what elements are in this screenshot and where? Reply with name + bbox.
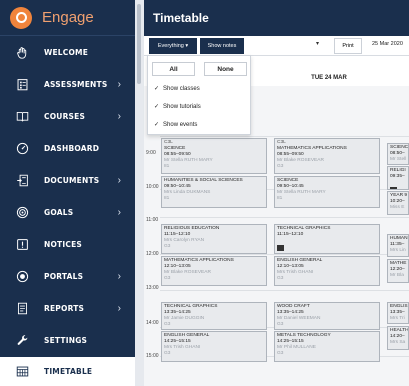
option-label: Show events	[163, 121, 198, 128]
time-label: 13:00	[146, 285, 159, 291]
class-event[interactable]: HEALTH 14:20– Mrs Sa	[387, 326, 409, 350]
sidebar: Engage WELCOME ASSESSMENTS › COURSES › D…	[0, 0, 135, 386]
select-none-button[interactable]: None	[204, 62, 247, 76]
class-event[interactable]: HUMANITIES & SOCIAL SCIENCES 09:50–10:45…	[161, 176, 267, 208]
page-title: Timetable	[144, 0, 409, 36]
class-event[interactable]: SCIENCE 09:50–10:45 Mr Stella RUTH MARY …	[274, 176, 380, 208]
calendar-icon	[14, 364, 30, 380]
chevron-right-icon: ›	[117, 110, 121, 122]
time-label: 10:00	[146, 184, 159, 190]
select-all-button[interactable]: All	[152, 62, 195, 76]
show-tutorials-option[interactable]: ✓ Show tutorials	[154, 103, 201, 111]
time-label: 14:00	[146, 320, 159, 326]
sidebar-item-reports[interactable]: REPORTS ›	[0, 292, 135, 324]
check-icon: ✓	[154, 86, 160, 92]
print-button[interactable]: Print	[334, 38, 362, 54]
time-label: 12:00	[146, 251, 159, 257]
sidebar-item-label: SETTINGS	[44, 335, 88, 345]
sidebar-item-settings[interactable]: SETTINGS	[0, 324, 135, 356]
sidebar-item-label: ASSESSMENTS	[44, 79, 108, 89]
class-event[interactable]: METALS TECHNOLOGY 14:25–15:15 Mr Phil MU…	[274, 331, 380, 362]
note-icon[interactable]	[277, 245, 284, 251]
hour-line	[160, 136, 409, 137]
sidebar-item-label: GOALS	[44, 207, 74, 217]
class-event[interactable]: ENGLISH GENERAL 12:10–13:05 Mrs Trish GH…	[274, 256, 380, 286]
wrench-icon	[14, 332, 30, 348]
show-events-option[interactable]: ✓ Show events	[154, 121, 198, 129]
hour-line	[160, 217, 409, 218]
target-icon	[14, 204, 30, 220]
report-icon	[14, 300, 30, 316]
option-label: Show tutorials	[163, 103, 201, 110]
hand-wave-icon	[14, 44, 30, 60]
chevron-right-icon: ›	[117, 302, 121, 314]
chevron-right-icon: ›	[117, 270, 121, 282]
time-label: 15:00	[146, 353, 159, 359]
sidebar-item-label: DASHBOARD	[44, 143, 100, 153]
class-event[interactable]: C3L MATHEMATICS APPLICATIONS 08:55–09:50…	[274, 138, 380, 174]
check-icon: ✓	[154, 104, 160, 110]
chevron-right-icon: ›	[117, 78, 121, 90]
class-event[interactable]: TECHNICAL GRAPHICS 11:15–12:10	[274, 224, 380, 254]
class-event[interactable]: MATHE 12:20– Mr Bla	[387, 259, 409, 283]
hour-line	[160, 254, 409, 255]
show-classes-option[interactable]: ✓ Show classes	[154, 85, 200, 93]
class-event[interactable]: C3L SCIENCE 08:55–09:50 Mr Stella RUTH M…	[161, 138, 267, 174]
class-event[interactable]: SCIENCE 08:50– Mr Stell	[387, 143, 409, 165]
sidebar-item-courses[interactable]: COURSES ›	[0, 100, 135, 132]
class-event[interactable]: TECHNICAL GRAPHICS 13:35–14:25 Mr Jamie …	[161, 302, 267, 330]
time-label: 9:00	[146, 150, 156, 156]
sidebar-item-assessments[interactable]: ASSESSMENTS ›	[0, 68, 135, 100]
date-selector[interactable]: 25 Mar 2020	[372, 41, 403, 47]
clipboard-icon	[14, 76, 30, 92]
chevron-down-icon[interactable]: ▾	[316, 40, 319, 47]
class-event[interactable]: MATHEMATICS APPLICATIONS 12:10–13:05 Mr …	[161, 256, 267, 286]
chevron-right-icon: ›	[117, 206, 121, 218]
class-event[interactable]: HUMAN 11:35– Mrs Lin	[387, 234, 409, 257]
class-event[interactable]: YEAR 9 10:20– Miss E	[387, 191, 409, 215]
sidebar-item-documents[interactable]: DOCUMENTS ›	[0, 164, 135, 196]
class-event[interactable]: WOOD CRAFT 13:35–14:25 Mr Daniel WEEMAN …	[274, 302, 380, 330]
sidebar-item-label: DOCUMENTS	[44, 175, 100, 185]
toolbar: Everything ▾ Show notes	[144, 36, 409, 56]
globe-icon	[14, 268, 30, 284]
time-label: 11:00	[146, 217, 159, 223]
option-label: Show classes	[163, 85, 200, 92]
sidebar-scroll-thumb[interactable]	[137, 4, 141, 84]
sidebar-item-label: COURSES	[44, 111, 86, 121]
gauge-icon	[14, 140, 30, 156]
chevron-right-icon: ›	[117, 174, 121, 186]
sidebar-item-label: WELCOME	[44, 47, 89, 57]
sidebar-item-label: TIMETABLE	[44, 367, 93, 376]
note-icon[interactable]	[390, 187, 397, 189]
document-icon	[14, 172, 30, 188]
book-icon	[14, 108, 30, 124]
sidebar-item-label: NOTICES	[44, 239, 82, 249]
sidebar-item-timetable[interactable]: TIMETABLE	[0, 357, 135, 386]
class-event[interactable]: ENGLISH GENERAL 14:25–15:15 Mrs Trish GH…	[161, 331, 267, 362]
hour-line	[160, 290, 409, 291]
sidebar-item-notices[interactable]: NOTICES	[0, 228, 135, 260]
check-icon: ✓	[154, 122, 160, 128]
brand[interactable]: Engage	[0, 0, 135, 36]
class-event[interactable]: RELIGI 09:35–	[387, 166, 409, 190]
column-header-tue: TUE 24 MAR	[311, 75, 347, 81]
class-event[interactable]: RELIGIOUS EDUCATION 11:15–12:10 Mrs Caro…	[161, 224, 267, 254]
sidebar-item-dashboard[interactable]: DASHBOARD	[0, 132, 135, 164]
sidebar-item-goals[interactable]: GOALS ›	[0, 196, 135, 228]
notice-icon	[14, 236, 30, 252]
sidebar-item-label: REPORTS	[44, 303, 85, 313]
everything-filter-button[interactable]: Everything ▾	[149, 38, 197, 54]
engage-logo-icon	[10, 6, 32, 29]
sidebar-item-portals[interactable]: PORTALS ›	[0, 260, 135, 292]
everything-dropdown-menu: All None ✓ Show classes ✓ Show tutorials…	[147, 55, 251, 135]
class-event[interactable]: ENGLIS 13:35– Mrs Tri	[387, 302, 409, 324]
sidebar-item-welcome[interactable]: WELCOME	[0, 36, 135, 68]
sidebar-item-label: PORTALS	[44, 271, 84, 281]
brand-name: Engage	[42, 9, 94, 26]
show-notes-button[interactable]: Show notes	[200, 38, 244, 54]
